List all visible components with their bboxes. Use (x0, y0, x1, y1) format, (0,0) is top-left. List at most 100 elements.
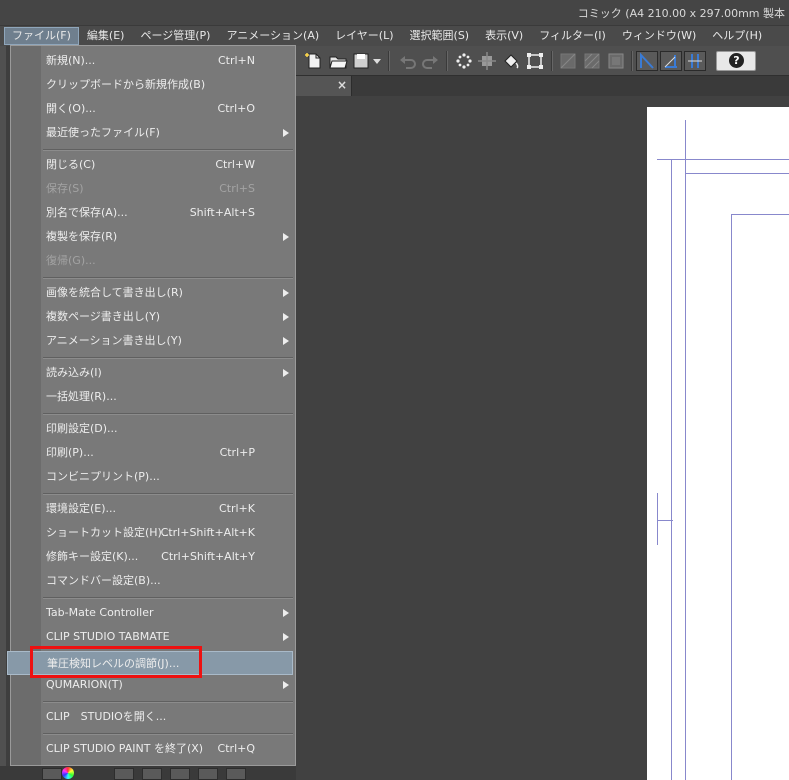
snap-to-special-ruler-icon (664, 55, 677, 68)
menu-separator (43, 277, 293, 279)
menu-animation[interactable]: アニメーション(A) (218, 27, 327, 45)
center-mark (657, 493, 658, 545)
menu-edit[interactable]: 編集(E) (79, 27, 133, 45)
menu-item-revert: 復帰(G)... (46, 254, 96, 267)
color-wheel-icon[interactable] (62, 767, 74, 779)
menu-help[interactable]: ヘルプ(H) (704, 27, 770, 45)
bleed-line (657, 159, 789, 160)
menu-item-new-from-clipboard[interactable]: クリップボードから新規作成(B) (11, 73, 295, 97)
menu-item-command-bar-settings[interactable]: コマンドバー設定(B)... (11, 569, 295, 593)
snap-special-ruler-button[interactable] (660, 51, 682, 71)
trim-line (685, 173, 686, 780)
submenu-arrow-icon (283, 129, 289, 137)
menu-item-shortcut-settings[interactable]: ショートカット設定(H)... Ctrl+Shift+Alt+K (11, 521, 295, 545)
manga-page[interactable] (647, 107, 789, 780)
menu-bar: ファイル(F) 編集(E) ページ管理(P) アニメーション(A) レイヤー(L… (0, 26, 789, 46)
panel-tab[interactable] (226, 768, 246, 780)
menu-item-print-settings[interactable]: 印刷設定(D)... (11, 417, 295, 441)
menu-separator (43, 597, 293, 599)
submenu-arrow-icon (283, 233, 289, 241)
save-dropdown-chevron-down-icon[interactable] (371, 51, 383, 71)
menu-item-save-as[interactable]: 別名で保存(A)... Shift+Alt+S (11, 201, 295, 225)
submenu-arrow-icon (283, 289, 289, 297)
menu-item-save: 保存(S) Ctrl+S (46, 182, 255, 195)
menu-page-management[interactable]: ページ管理(P) (132, 27, 218, 45)
menu-separator (43, 733, 293, 735)
inner-frame-line (731, 214, 789, 215)
redo-icon[interactable] (420, 51, 440, 71)
fill-bucket-icon[interactable] (501, 51, 521, 71)
red-highlight-annotation (30, 646, 202, 678)
submenu-arrow-icon (283, 681, 289, 689)
help-button[interactable]: ? (716, 51, 756, 71)
window-title: コミック (A4 210.00 x 297.00mm 製本 (577, 7, 785, 20)
document-tab-strip: × (296, 76, 789, 96)
menu-file[interactable]: ファイル(F) (4, 27, 79, 45)
open-folder-icon[interactable] (328, 51, 348, 71)
menu-separator (43, 413, 293, 415)
menu-item-preferences[interactable]: 環境設定(E)... Ctrl+K (11, 497, 295, 521)
snap-to-grid-icon (688, 54, 702, 68)
menu-item-modifier-key-settings[interactable]: 修飾キー設定(K)... Ctrl+Shift+Alt+Y (11, 545, 295, 569)
menu-item-recent-files[interactable]: 最近使ったファイル(F) (11, 121, 295, 145)
menu-item-new[interactable]: 新規(N)... Ctrl+N (11, 49, 295, 73)
menu-view[interactable]: 表示(V) (477, 27, 531, 45)
menu-filter[interactable]: フィルター(I) (531, 27, 614, 45)
menu-separator (43, 357, 293, 359)
new-file-icon[interactable] (304, 51, 324, 71)
snap-ruler-button[interactable] (636, 51, 658, 71)
menu-separator (43, 701, 293, 703)
menu-item-batch-process[interactable]: 一括処理(R)... (11, 385, 295, 409)
save-icon[interactable] (351, 51, 371, 71)
toolbar-divider (631, 51, 633, 71)
menu-item-export-multiple-pages[interactable]: 複数ページ書き出し(Y) (11, 305, 295, 329)
menu-item-open[interactable]: 開く(O)... Ctrl+O (11, 97, 295, 121)
inner-frame-line (731, 214, 732, 780)
menu-layer[interactable]: レイヤー(L) (327, 27, 401, 45)
center-mark (657, 520, 673, 521)
title-bar: コミック (A4 210.00 x 297.00mm 製本 (0, 0, 789, 26)
menu-item-close[interactable]: 閉じる(C) Ctrl+W (11, 153, 295, 177)
menu-item-open-clip-studio[interactable]: CLIP STUDIOを開く... (11, 705, 295, 729)
submenu-arrow-icon (283, 609, 289, 617)
submenu-arrow-icon (283, 337, 289, 345)
transform-icon[interactable] (525, 51, 545, 71)
document-tab[interactable]: × (296, 76, 352, 96)
toolbar-divider (388, 51, 390, 71)
toolbar-divider (446, 51, 448, 71)
menu-item-export-single-layer[interactable]: 画像を統合して書き出し(R) (11, 281, 295, 305)
crop-icon[interactable] (558, 51, 578, 71)
selection-border-icon[interactable] (606, 51, 626, 71)
menu-separator (43, 493, 293, 495)
fill-selection-icon[interactable] (582, 51, 602, 71)
menu-selection[interactable]: 選択範囲(S) (402, 27, 478, 45)
snap-to-ruler-icon (640, 52, 654, 69)
close-tab-icon[interactable]: × (337, 78, 347, 92)
panel-tab[interactable] (142, 768, 162, 780)
submenu-arrow-icon (283, 313, 289, 321)
menu-item-exit[interactable]: CLIP STUDIO PAINT を終了(X) Ctrl+Q (11, 737, 295, 761)
submenu-arrow-icon (283, 369, 289, 377)
menu-item-import[interactable]: 読み込み(I) (11, 361, 295, 385)
clear-selection-icon[interactable] (454, 51, 474, 71)
menu-item-print[interactable]: 印刷(P)... Ctrl+P (11, 441, 295, 465)
menu-item-export-animation[interactable]: アニメーション書き出し(Y) (11, 329, 295, 353)
bottom-panel-bar (0, 766, 296, 780)
help-icon: ? (729, 53, 744, 68)
menu-window[interactable]: ウィンドウ(W) (614, 27, 704, 45)
panel-tab[interactable] (114, 768, 134, 780)
canvas-area[interactable] (296, 96, 789, 780)
snap-grid-button[interactable] (684, 51, 706, 71)
panel-tab[interactable] (42, 768, 62, 780)
undo-icon[interactable] (398, 51, 418, 71)
panel-tab[interactable] (170, 768, 190, 780)
submenu-arrow-icon (283, 633, 289, 641)
move-icon[interactable] (477, 51, 497, 71)
menu-item-save-duplicate[interactable]: 複製を保存(R) (11, 225, 295, 249)
trim-line (685, 173, 789, 174)
command-bar: ? (296, 46, 789, 76)
panel-tab[interactable] (198, 768, 218, 780)
menu-item-tab-mate-controller[interactable]: Tab-Mate Controller (11, 601, 295, 625)
menu-item-convenience-store-print[interactable]: コンビニプリント(P)... (11, 465, 295, 489)
menu-separator (43, 149, 293, 151)
